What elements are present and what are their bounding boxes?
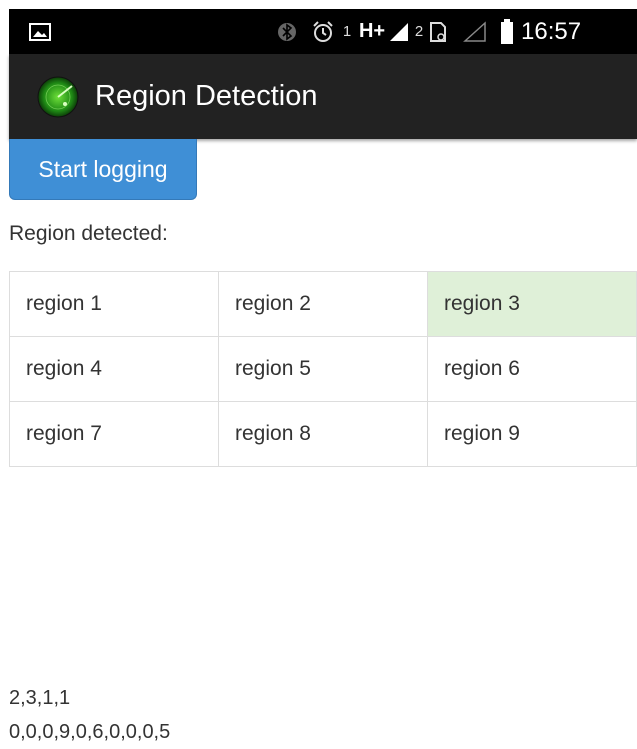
status-bar: 1 H+ 2 16:57 [9,9,637,54]
battery-icon [497,9,517,54]
radar-icon [37,76,79,118]
table-row: region 7 region 8 region 9 [9,401,637,467]
picture-icon [27,9,53,54]
status-time: 16:57 [521,18,582,45]
region-cell-2: region 2 [218,271,428,337]
network-type-label: H+ [358,20,386,42]
region-cell-7: region 7 [9,401,219,467]
sim-card-icon [427,9,449,54]
signal-empty-icon [461,9,489,54]
region-cell-9: region 9 [427,401,637,467]
action-bar: Region Detection [9,54,637,139]
region-cell-6: region 6 [427,336,637,402]
start-logging-button[interactable]: Start logging [9,139,197,200]
region-cell-4: region 4 [9,336,219,402]
output-line-1: 2,3,1,1 [9,687,71,709]
table-row: region 1 region 2 region 3 [9,271,637,337]
region-cell-1: region 1 [9,271,219,337]
alarm-icon [309,9,337,54]
app-title: Region Detection [95,80,318,112]
sim1-label: 1 [342,23,352,40]
region-cell-8: region 8 [218,401,428,467]
signal-icon [387,9,411,54]
region-grid: region 1 region 2 region 3 region 4 regi… [9,271,637,467]
region-cell-3: region 3 [427,271,637,337]
region-detected-label: Region detected: [9,222,168,245]
output-line-2: 0,0,0,9,0,6,0,0,0,5 [9,721,171,743]
table-row: region 4 region 5 region 6 [9,336,637,402]
sim2-label: 2 [414,23,424,40]
region-cell-5: region 5 [218,336,428,402]
bluetooth-icon [275,9,299,54]
